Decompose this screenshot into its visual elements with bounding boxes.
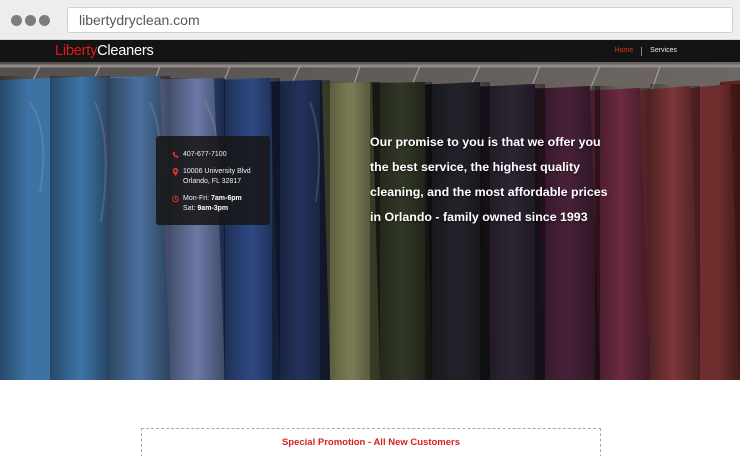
promotion-title: Special Promotion - All New Customers xyxy=(281,437,461,448)
hours-weekday: Mon-Fri: 7am-6pm xyxy=(183,194,270,205)
promise-line: Our promise to you is that we offer you xyxy=(370,135,601,149)
site-header: LibertyCleaners Home Services xyxy=(0,40,740,62)
nav-link-home[interactable]: Home xyxy=(614,46,633,56)
promise-line: cleaning, and the most affordable prices xyxy=(370,185,608,199)
browser-window: libertydryclean.com LibertyCleaners Home… xyxy=(0,0,740,456)
address-row: 10006 University Blvd Orlando, FL 32817 xyxy=(172,167,270,188)
window-zoom-dot[interactable] xyxy=(39,15,50,26)
main-nav: Home Services xyxy=(614,46,677,56)
address-line-2: Orlando, FL 32817 xyxy=(183,178,242,185)
hours-saturday-label: Sat: xyxy=(183,205,198,212)
promise-line: the best service, the highest quality xyxy=(370,160,581,174)
logo-liberty: Liberty xyxy=(55,43,98,59)
location-pin-icon xyxy=(172,167,179,176)
window-minimize-dot[interactable] xyxy=(25,15,36,26)
hours-weekday-label: Mon-Fri: xyxy=(183,194,211,202)
nav-link-services[interactable]: Services xyxy=(650,46,677,56)
hours-row: Mon-Fri: 7am-6pm Sat: 9am-3pm xyxy=(172,194,270,215)
hours-saturday: Sat: 9am-3pm xyxy=(183,204,270,215)
address-line-1: 10006 University Blvd xyxy=(183,167,251,175)
logo-cleaners: Cleaners xyxy=(97,43,154,59)
promise-line: in Orlando - family owned since 1993 xyxy=(370,210,588,224)
clock-icon xyxy=(172,195,179,202)
hours-weekday-value: 7am-6pm xyxy=(211,194,242,202)
hero-promise-text: Our promise to you is that we offer you … xyxy=(370,130,670,230)
contact-info-card: 407-677-7100 10006 University Blvd Orlan… xyxy=(156,136,270,225)
hours-saturday-value: 9am-3pm xyxy=(197,205,229,212)
address-bar[interactable]: libertydryclean.com xyxy=(67,7,733,33)
browser-toolbar: libertydryclean.com xyxy=(0,0,740,40)
phone-icon xyxy=(172,152,179,158)
hero-banner: 407-677-7100 10006 University Blvd Orlan… xyxy=(0,62,740,380)
promotion-box: Special Promotion - All New Customers xyxy=(141,428,601,456)
phone-number-link[interactable]: 407-677-7100 xyxy=(183,151,227,158)
window-close-dot[interactable] xyxy=(11,15,22,26)
nav-divider xyxy=(641,46,643,56)
site-logo[interactable]: LibertyCleaners xyxy=(55,42,154,60)
phone-row: 407-677-7100 xyxy=(172,150,270,161)
